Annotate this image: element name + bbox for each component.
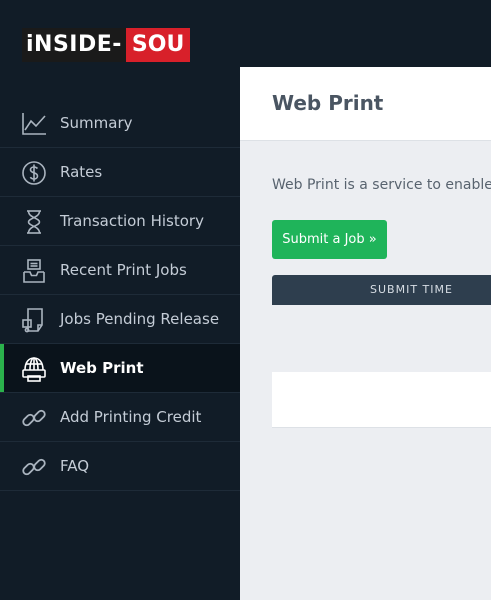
globe-printer-icon bbox=[19, 354, 49, 384]
inbox-tray-icon bbox=[19, 256, 49, 286]
intro-text: Web Print is a service to enable p bbox=[272, 177, 491, 193]
link-icon bbox=[19, 452, 49, 482]
sidebar-item-web-print[interactable]: Web Print bbox=[0, 344, 240, 393]
logo-text-left: iNSIDE- bbox=[22, 28, 126, 62]
sidebar-item-label: Jobs Pending Release bbox=[60, 310, 220, 328]
jobs-table-body bbox=[272, 372, 491, 428]
logo-text-right: SOU bbox=[125, 28, 191, 62]
sidebar-item-label: Rates bbox=[60, 163, 103, 181]
content-header: Web Print bbox=[240, 67, 491, 141]
sidebar-item-add-printing-credit[interactable]: Add Printing Credit bbox=[0, 393, 240, 442]
sidebar-item-label: Recent Print Jobs bbox=[60, 261, 187, 279]
submit-job-button[interactable]: Submit a Job » bbox=[272, 220, 387, 259]
sidebar-item-label: Add Printing Credit bbox=[60, 408, 202, 426]
chart-line-icon bbox=[19, 109, 49, 139]
sidebar-item-label: Web Print bbox=[60, 359, 144, 377]
link-icon bbox=[19, 403, 49, 433]
page-title: Web Print bbox=[272, 91, 384, 115]
sidebar-item-rates[interactable]: Rates bbox=[0, 148, 240, 197]
sidebar-item-label: Summary bbox=[60, 114, 133, 132]
sidebar-item-label: Transaction History bbox=[60, 212, 204, 230]
jobs-table-header: SUBMIT TIME bbox=[272, 275, 491, 305]
sidebar-nav: Summary Rates Transaction History Recent… bbox=[0, 99, 240, 491]
dollar-circle-icon bbox=[19, 158, 49, 188]
sidebar-item-faq[interactable]: FAQ bbox=[0, 442, 240, 491]
sidebar: Summary Rates Transaction History Recent… bbox=[0, 67, 240, 600]
sidebar-item-summary[interactable]: Summary bbox=[0, 99, 240, 148]
sidebar-item-jobs-pending-release[interactable]: Jobs Pending Release bbox=[0, 295, 240, 344]
sidebar-item-label: FAQ bbox=[60, 457, 90, 475]
printer-document-icon bbox=[19, 305, 49, 335]
sidebar-item-recent-print-jobs[interactable]: Recent Print Jobs bbox=[0, 246, 240, 295]
hourglass-icon bbox=[19, 207, 49, 237]
brand-logo[interactable]: iNSIDE- SOU bbox=[22, 28, 191, 62]
column-header-submit-time[interactable]: SUBMIT TIME bbox=[370, 275, 453, 305]
top-bar: iNSIDE- SOU bbox=[0, 0, 491, 67]
sidebar-item-transaction-history[interactable]: Transaction History bbox=[0, 197, 240, 246]
